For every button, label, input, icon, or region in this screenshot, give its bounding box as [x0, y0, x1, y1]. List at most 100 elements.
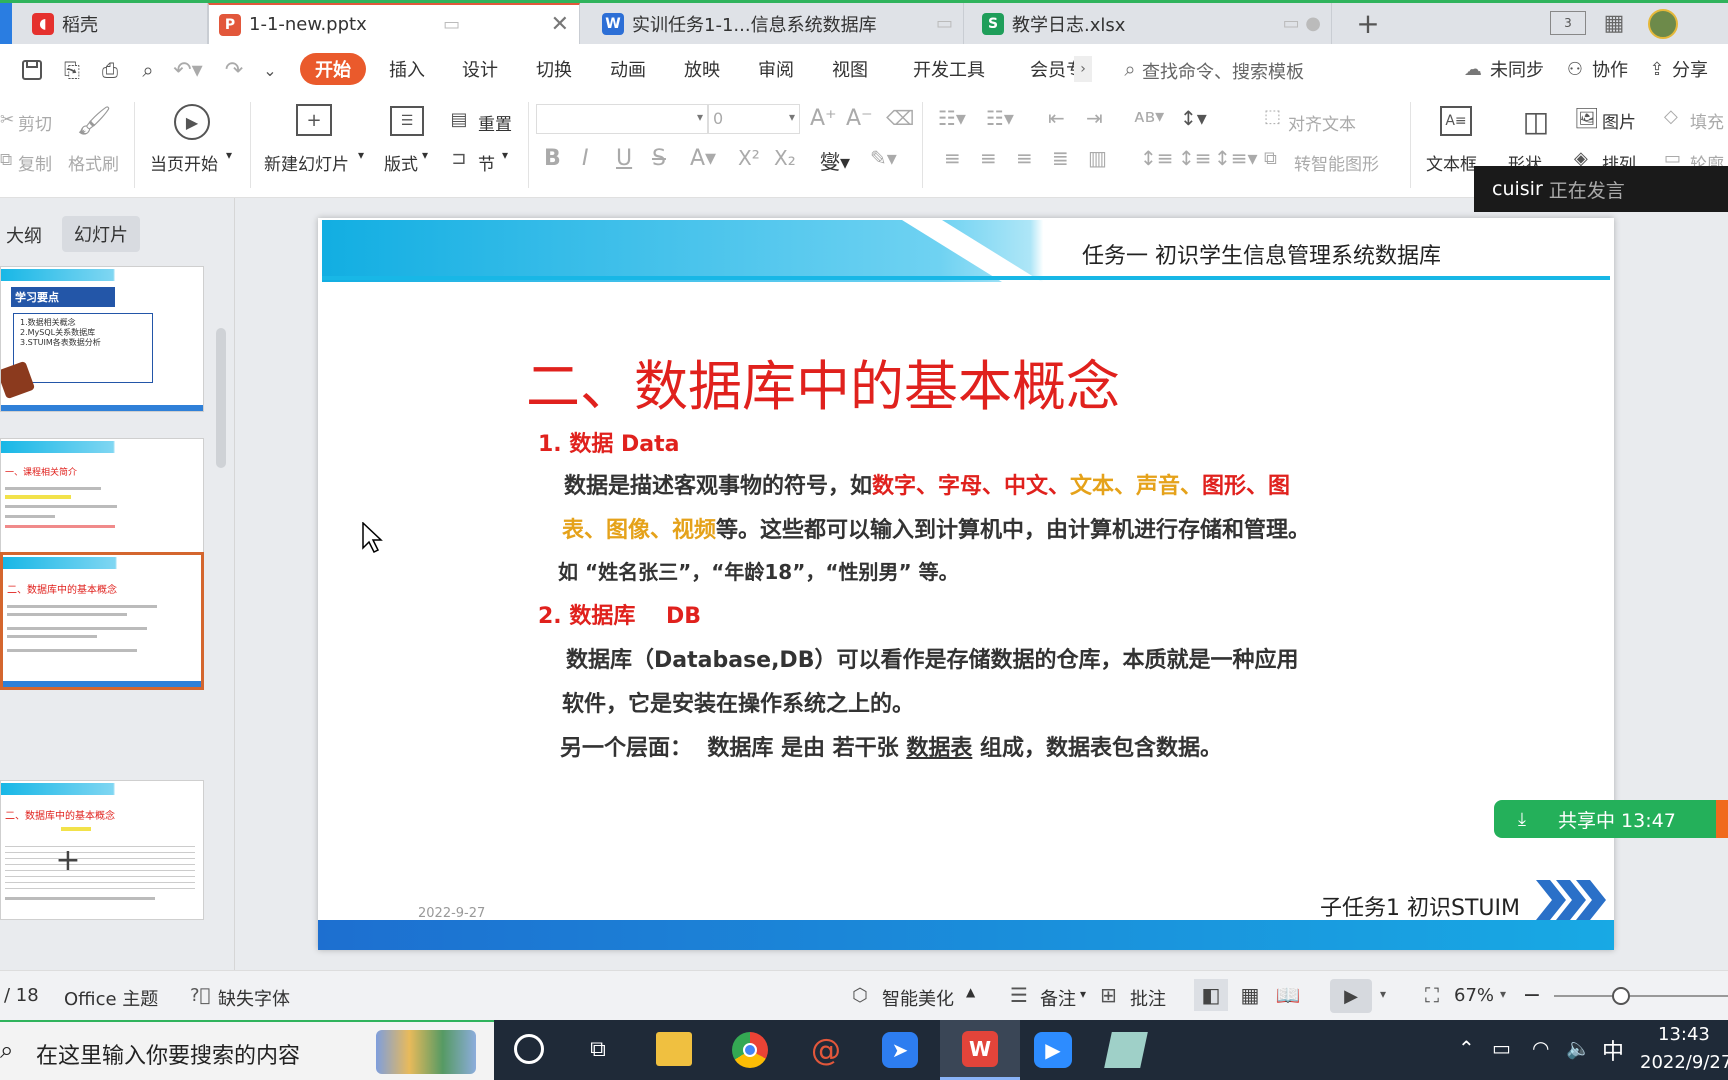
new-tab-icon[interactable]: +	[1352, 7, 1384, 40]
decrease-indent-icon[interactable]: ⇤	[1048, 106, 1065, 130]
bold-icon[interactable]: B	[544, 146, 561, 171]
line-spacing-icon[interactable]: ↕≡	[1140, 146, 1174, 170]
menu-insert[interactable]: 插入	[389, 56, 425, 82]
menu-start[interactable]: 开始	[300, 53, 366, 85]
sync-status[interactable]: 未同步	[1490, 56, 1544, 82]
menu-animation[interactable]: 动画	[610, 56, 646, 82]
justify-icon[interactable]: ≣	[1052, 146, 1069, 170]
chevron-down-icon[interactable]: ▾	[1080, 987, 1086, 1001]
chevron-down-icon[interactable]: ▾	[358, 148, 364, 162]
chevron-down-icon[interactable]: ▾	[1380, 987, 1386, 1001]
highlight-icon[interactable]: ✎▾	[870, 146, 897, 170]
chevron-up-icon[interactable]: ▲	[966, 985, 975, 999]
zoom-out-icon[interactable]: −	[1522, 981, 1542, 1009]
avatar[interactable]	[1648, 9, 1678, 39]
volume-icon[interactable]: 🔈	[1566, 1036, 1591, 1060]
increase-font-icon[interactable]: A⁺	[810, 106, 837, 131]
fit-window-icon[interactable]: ⛶	[1418, 981, 1446, 1009]
collaborate-button[interactable]: 协作	[1592, 56, 1628, 82]
present-icon[interactable]: ▭	[936, 13, 953, 34]
present-icon[interactable]: ▭	[443, 14, 460, 35]
clear-format-icon[interactable]: ⌫	[886, 106, 914, 130]
reset-button[interactable]: 重置	[478, 110, 512, 135]
grid-icon[interactable]: ▦	[1600, 9, 1628, 37]
font-color-icon[interactable]: A▾	[690, 146, 716, 171]
smart-beautify-button[interactable]: 智能美化	[882, 985, 954, 1011]
copy-button[interactable]: 复制	[18, 150, 52, 175]
reading-view-icon[interactable]: 📖	[1272, 979, 1304, 1011]
notes-button[interactable]: 备注	[1040, 985, 1076, 1011]
numbered-list-icon[interactable]: ☷▾	[986, 106, 1014, 130]
snail-app-icon[interactable]: @	[808, 1032, 844, 1068]
slide-sorter-icon[interactable]: ▦	[1234, 979, 1266, 1011]
command-search-input[interactable]: 查找命令、搜索模板	[1142, 58, 1304, 84]
superscript-icon[interactable]: X²	[738, 146, 760, 170]
align-left-icon[interactable]: ≡	[944, 146, 961, 170]
spacing-options-icon[interactable]: ↕≡▾	[1214, 146, 1258, 170]
zoom-slider-track[interactable]	[1554, 995, 1728, 997]
menu-developer[interactable]: 开发工具	[913, 56, 985, 82]
italic-icon[interactable]: I	[582, 146, 589, 171]
close-icon[interactable]: ✕	[551, 12, 569, 37]
align-center-icon[interactable]: ≡	[980, 146, 997, 170]
taskbar-search-input[interactable]: 在这里输入你要搜索的内容	[36, 1038, 300, 1070]
print-icon[interactable]: ⎙	[96, 56, 124, 84]
present-icon[interactable]: ▭ ●	[1283, 13, 1321, 34]
window-layout-icon[interactable]: 3	[1550, 11, 1586, 35]
wifi-icon[interactable]: ◠	[1532, 1036, 1549, 1060]
paragraph-spacing-icon[interactable]: ↕≡	[1178, 146, 1212, 170]
chevron-right-icon[interactable]: ›	[1074, 56, 1092, 82]
cortana-icon[interactable]	[514, 1034, 544, 1064]
file-explorer-icon[interactable]	[656, 1032, 692, 1066]
menu-transition[interactable]: 切换	[536, 56, 572, 82]
picture-button[interactable]: 图片	[1602, 108, 1636, 133]
tab-xlsx[interactable]: S 教学日志.xlsx ▭ ●	[972, 3, 1332, 44]
menu-slideshow[interactable]: 放映	[684, 56, 720, 82]
share-button[interactable]: 分享	[1672, 56, 1708, 82]
format-painter-button[interactable]: 格式刷	[68, 150, 119, 175]
theme-name[interactable]: Office 主题	[64, 985, 158, 1011]
font-name-select[interactable]: ▾	[536, 104, 708, 134]
panel-scrollbar[interactable]	[216, 328, 226, 468]
subscript-icon[interactable]: X₂	[774, 146, 796, 170]
export-pdf-icon[interactable]: ⎘	[58, 56, 86, 84]
decrease-font-icon[interactable]: A⁻	[846, 106, 873, 131]
wps-taskbar-item[interactable]: W	[940, 1020, 1020, 1080]
missing-font-button[interactable]: 缺失字体	[218, 985, 290, 1011]
slides-tab[interactable]: 幻灯片	[62, 216, 140, 252]
align-text-button[interactable]: 对齐文本	[1288, 110, 1356, 135]
strikethrough-icon[interactable]: S	[652, 146, 666, 171]
add-slide-icon[interactable]: +	[52, 843, 84, 878]
cut-button[interactable]: 剪切	[18, 110, 52, 135]
tab-pptx[interactable]: P 1-1-new.pptx ▭ ✕	[208, 3, 580, 44]
textbox-button[interactable]: 文本框	[1426, 150, 1477, 175]
sort-icon[interactable]: ↕▾	[1180, 106, 1207, 130]
layout-button[interactable]: 版式	[384, 150, 418, 175]
notepad-icon[interactable]	[1104, 1032, 1148, 1068]
slide-thumbnail-3-selected[interactable]: 二、数据库中的基本概念	[0, 552, 204, 690]
clock-time[interactable]: 13:43	[1658, 1024, 1710, 1045]
undo-icon[interactable]: ↶▾	[170, 56, 206, 84]
comments-button[interactable]: 批注	[1130, 985, 1166, 1011]
text-direction-icon[interactable]: ᴀʙ▾	[1134, 106, 1164, 127]
menu-review[interactable]: 审阅	[758, 56, 794, 82]
slide-thumbnail-4[interactable]: 二、数据库中的基本概念	[0, 780, 204, 920]
chevron-down-icon[interactable]: ▾	[422, 148, 428, 162]
smart-shape-button[interactable]: 转智能图形	[1294, 150, 1379, 175]
phonetic-guide-icon[interactable]: 燮▾	[820, 146, 850, 175]
zoom-meeting-icon[interactable]: ▶	[1034, 1032, 1072, 1068]
chrome-icon[interactable]	[732, 1032, 768, 1068]
underline-icon[interactable]: U	[616, 146, 632, 171]
tray-chevron-up-icon[interactable]: ⌃	[1458, 1036, 1475, 1060]
sharing-indicator[interactable]: ⤓ 共享中 13:47	[1494, 800, 1728, 838]
tab-daoke[interactable]: ◖ 稻壳	[22, 3, 208, 44]
chevron-down-icon[interactable]: ▾	[502, 148, 508, 162]
font-size-select[interactable]: 0 ▾	[708, 104, 800, 134]
chevron-down-icon[interactable]: ▾	[1500, 987, 1506, 1001]
print-preview-icon[interactable]: ⌕	[134, 56, 162, 84]
align-right-icon[interactable]: ≡	[1016, 146, 1033, 170]
section-button[interactable]: 节	[478, 150, 495, 175]
normal-view-icon[interactable]: ◧	[1194, 979, 1228, 1011]
menu-member[interactable]: 会员专	[1030, 56, 1078, 82]
ime-indicator[interactable]: 中	[1602, 1034, 1624, 1066]
